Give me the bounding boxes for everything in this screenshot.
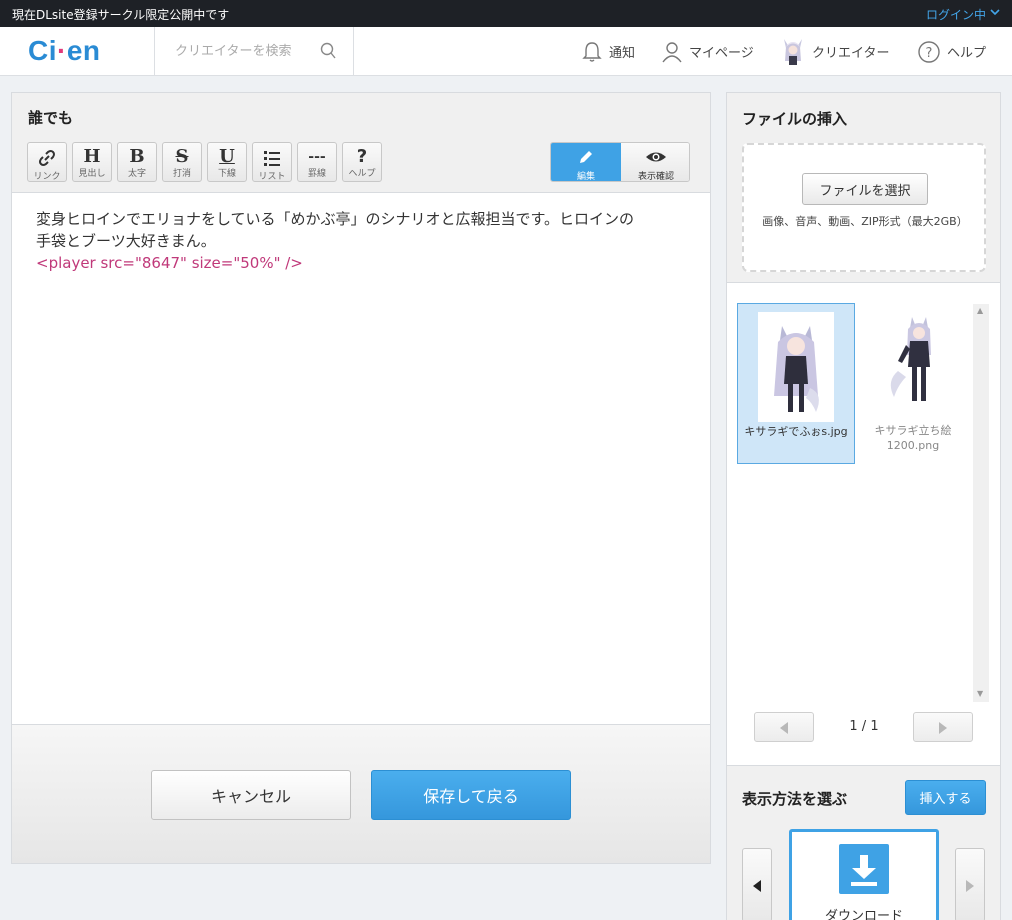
toolbar-link-button[interactable]: リンク [27, 142, 67, 182]
prev-page-button[interactable] [754, 712, 814, 742]
toolbar-heading-label: 見出し [78, 169, 106, 179]
file-insert-header: ファイルの挿入 ファイルを選択 画像、音声、動画、ZIP形式（最大2GB） [727, 93, 1000, 283]
thumbnail-image [758, 312, 834, 422]
edit-mode-tab[interactable]: 編集 [551, 143, 621, 181]
display-method-section: 表示方法を選ぶ 挿入する ダウンロード [727, 765, 1000, 920]
question-icon: ? [356, 146, 368, 167]
underline-icon: U [219, 146, 235, 167]
top-notice-bar: 現在DLsite登録サークル限定公開中です ログイン中 [0, 0, 1012, 27]
bell-icon [582, 41, 602, 62]
cien-logo[interactable]: Ci·en [28, 35, 101, 67]
toolbar-list-button[interactable]: リスト [252, 142, 292, 182]
toolbar-help-label: ヘルプ [348, 169, 376, 179]
body-text-line: 変身ヒロインでエリョナをしている「めかぶ亭」のシナリオと広報担当です。ヒロインの [36, 210, 635, 228]
list-icon [264, 151, 280, 166]
horizontal-rule-icon: --- [308, 149, 326, 165]
toolbar-bold-button[interactable]: B 太字 [117, 142, 157, 182]
save-and-return-button[interactable]: 保存して戻る [371, 770, 571, 820]
toolbar-list-label: リスト [258, 172, 286, 182]
display-option-download[interactable]: ダウンロード [789, 829, 939, 920]
file-thumbnail-list: キサラギでふぉs.jpg キサラギ立ち絵1200.png ▲ ▼ [727, 284, 1000, 704]
body-text-line: 手袋とブーツ大好きまん。 [36, 232, 216, 250]
site-header: Ci·en 通知 マイページ クリエイター ? ヘルプ [0, 27, 1012, 76]
preview-mode-tab[interactable]: 表示確認 [621, 143, 689, 182]
login-status-menu[interactable]: ログイン中 [926, 6, 986, 23]
toolbar-heading-button[interactable]: H 見出し [72, 142, 112, 182]
toolbar-hr-button[interactable]: --- 罫線 [297, 142, 337, 182]
pencil-icon [580, 151, 592, 163]
visibility-title: 誰でも [28, 109, 74, 127]
edit-mode-label: 編集 [576, 172, 595, 182]
scroll-down-arrow[interactable]: ▼ [977, 689, 983, 698]
toolbar-bold-label: 太字 [127, 169, 146, 179]
nav-help[interactable]: ? ヘルプ [917, 27, 986, 76]
file-thumbnail[interactable]: キサラギ立ち絵1200.png [855, 303, 973, 464]
cancel-button[interactable]: キャンセル [151, 770, 351, 820]
display-method-title: 表示方法を選ぶ [742, 790, 848, 808]
strikethrough-icon: S [175, 146, 189, 167]
link-icon [39, 150, 55, 166]
editor-textarea[interactable]: 変身ヒロインでエリョナをしている「めかぶ亭」のシナリオと広報担当です。ヒロインの… [12, 194, 710, 724]
file-insert-panel: ファイルの挿入 ファイルを選択 画像、音声、動画、ZIP形式（最大2GB） キサ… [726, 92, 1001, 920]
insert-button[interactable]: 挿入する [905, 780, 986, 815]
editor-footer: キャンセル 保存して戻る [12, 724, 710, 863]
toolbar-underline-button[interactable]: U 下線 [207, 142, 247, 182]
user-icon [662, 41, 682, 62]
nav-help-label: ヘルプ [947, 46, 987, 61]
display-next-button[interactable] [955, 848, 985, 920]
nav-creator[interactable]: クリエイター [780, 27, 889, 76]
page-indicator: 1 / 1 [849, 719, 879, 734]
file-pager: 1 / 1 [727, 704, 1000, 764]
mode-toggle: 編集 表示確認 [550, 142, 690, 182]
nav-creator-label: クリエイター [812, 46, 890, 61]
nav-mypage[interactable]: マイページ [661, 27, 754, 76]
display-prev-button[interactable] [742, 848, 772, 920]
player-embed-tag: <player src="8647" size="50%" /> [36, 254, 303, 272]
toolbar-help-button[interactable]: ? ヘルプ [342, 142, 382, 182]
search-box [154, 27, 355, 76]
editor-header: 誰でも リンク H 見出し B 太字 S 打消 U 下線 リスト --- 罫線 [12, 93, 710, 193]
file-insert-title: ファイルの挿入 [742, 110, 848, 128]
file-name: キサラギ立ち絵1200.png [874, 424, 952, 452]
file-name: キサラギでふぉs.jpg [744, 425, 848, 438]
help-circle-icon: ? [918, 40, 940, 63]
choose-file-button[interactable]: ファイルを選択 [802, 173, 928, 205]
heading-icon: H [83, 146, 101, 167]
nav-notifications-label: 通知 [609, 46, 636, 61]
thumbnail-scrollbar[interactable]: ▲ ▼ [973, 304, 989, 702]
file-thumbnail[interactable]: キサラギでふぉs.jpg [737, 303, 855, 464]
triangle-left-icon [753, 880, 761, 892]
eye-icon [646, 152, 666, 162]
toolbar-link-label: リンク [33, 172, 61, 182]
preview-mode-label: 表示確認 [637, 172, 674, 182]
bold-icon: B [129, 146, 145, 167]
file-dropzone[interactable]: ファイルを選択 画像、音声、動画、ZIP形式（最大2GB） [742, 143, 986, 272]
scroll-up-arrow[interactable]: ▲ [977, 306, 983, 315]
notice-text: 現在DLsite登録サークル限定公開中です [12, 8, 230, 22]
file-format-note: 画像、音声、動画、ZIP形式（最大2GB） [762, 215, 968, 228]
toolbar-underline-label: 下線 [217, 169, 236, 179]
toolbar-strike-label: 打消 [172, 169, 191, 179]
triangle-left-icon [780, 722, 788, 734]
nav-notifications[interactable]: 通知 [581, 27, 635, 76]
display-option-label: ダウンロード [824, 909, 903, 920]
toolbar-hr-label: 罫線 [307, 169, 326, 179]
search-icon[interactable] [320, 42, 337, 60]
chevron-down-icon[interactable] [990, 7, 1000, 17]
svg-text:?: ? [926, 46, 933, 61]
next-page-button[interactable] [913, 712, 973, 742]
creator-avatar [784, 38, 802, 65]
toolbar-strike-button[interactable]: S 打消 [162, 142, 202, 182]
download-icon [839, 844, 889, 894]
post-editor: 誰でも リンク H 見出し B 太字 S 打消 U 下線 リスト --- 罫線 [11, 92, 711, 864]
nav-mypage-label: マイページ [689, 46, 754, 61]
thumbnail-image [890, 317, 931, 401]
triangle-right-icon [966, 880, 974, 892]
triangle-right-icon [939, 722, 947, 734]
